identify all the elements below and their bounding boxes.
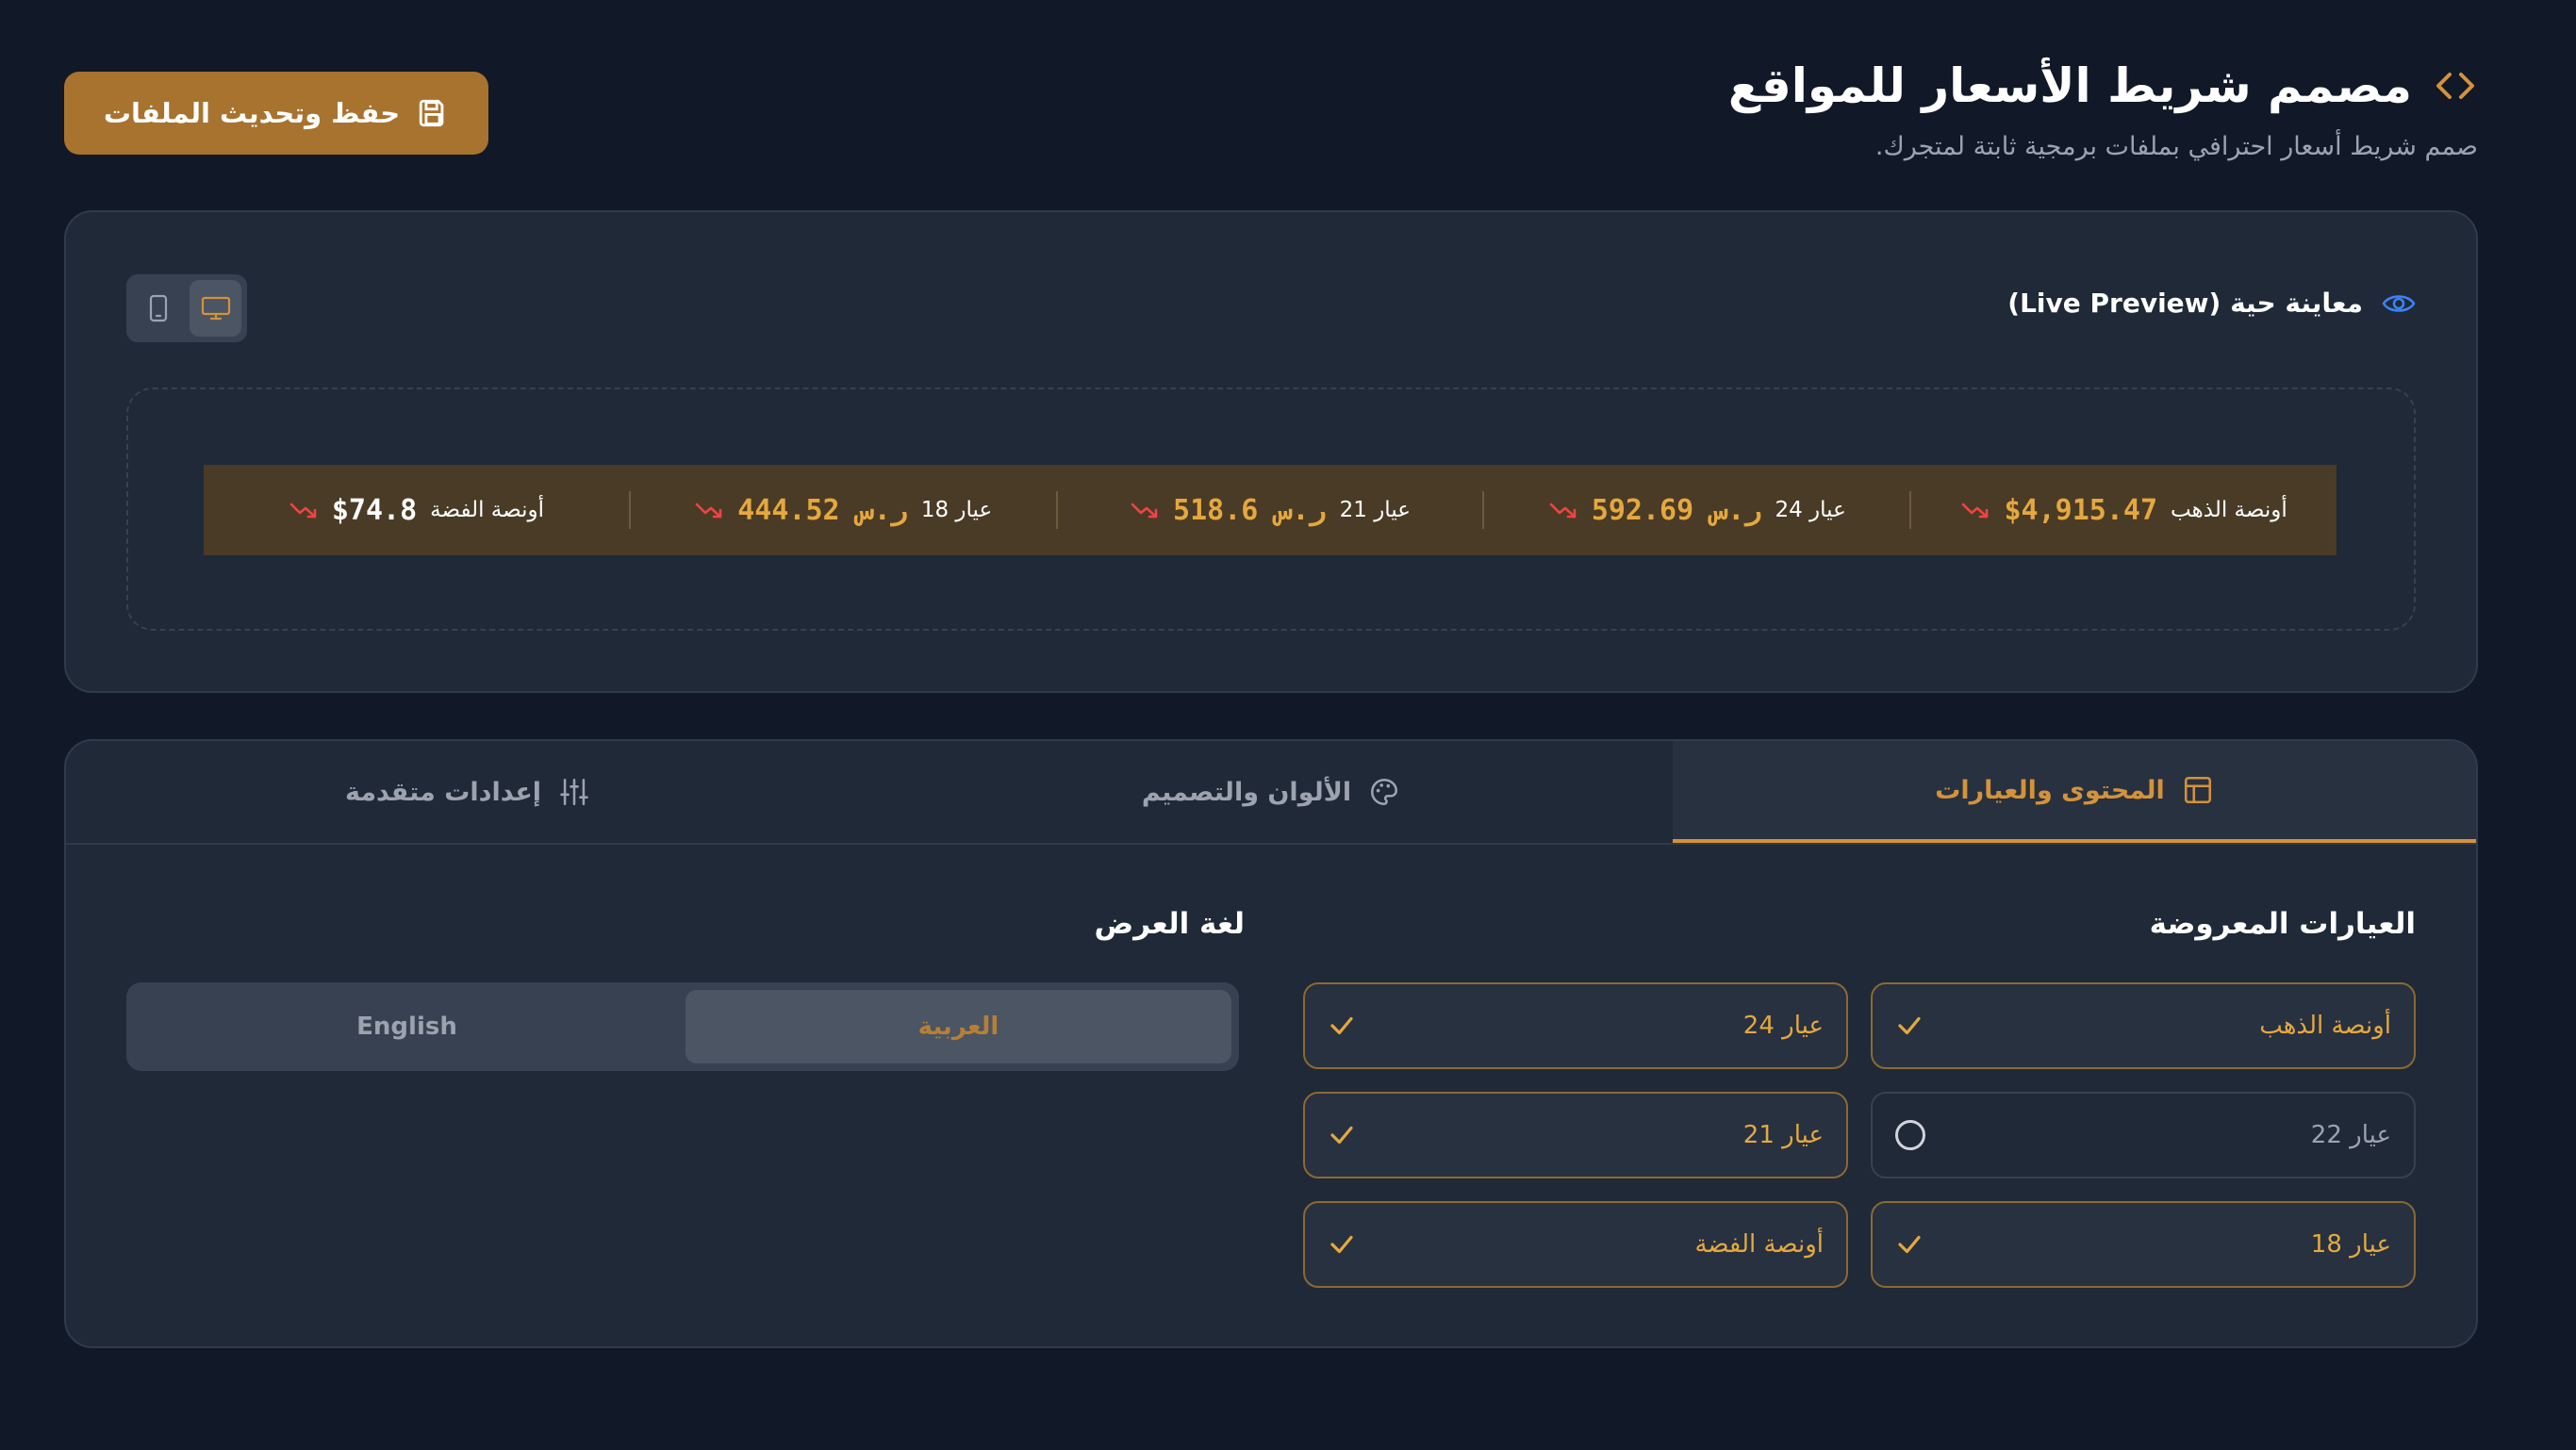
preview-header: معاينة حية (Live Preview) (2007, 288, 2416, 319)
check-icon (1330, 1235, 1353, 1254)
karats-section-title: العيارات المعروضة (2149, 907, 2416, 941)
trend-down-icon (1131, 503, 1158, 519)
preview-frame: أونصة الذهب $4,915.47 عيار 24 592.69 ر.س عيا… (126, 387, 2416, 631)
language-toggle: العربية English (126, 982, 1239, 1071)
check-icon (1898, 1235, 1921, 1254)
ticker-item-name: عيار 24 (1775, 498, 1846, 522)
ticker-item-name: عيار 21 (1339, 498, 1411, 522)
ticker-item-price: $4,915.47 (2004, 493, 2158, 527)
sliders-icon (560, 778, 588, 806)
tab-advanced-settings[interactable]: إعدادات متقدمة (66, 741, 869, 843)
tab-content-karats-label: المحتوى والعيارات (1935, 775, 2165, 805)
mobile-view-button[interactable] (132, 280, 184, 337)
ticker-separator (1482, 491, 1485, 529)
ticker-item-price: 592.69 ر.س (1591, 493, 1762, 527)
option-label: عيار 18 (2310, 1230, 2391, 1259)
desktop-icon (201, 296, 230, 321)
option-label: عيار 24 (1742, 1012, 1824, 1040)
ticker-separator (1055, 491, 1058, 529)
palette-icon (1371, 778, 1398, 806)
ticker-item-price: 444.52 ر.س (737, 493, 908, 527)
language-section-title: لغة العرض (1094, 907, 1245, 941)
trend-down-icon (1962, 503, 1989, 519)
ticker-item: أونصة الذهب $4,915.47 (1911, 465, 2337, 555)
page: مصمم شريط الأسعار للمواقع صمم شريط أسعار… (0, 0, 2576, 1450)
tab-advanced-settings-label: إعدادات متقدمة (344, 777, 542, 807)
check-icon (1330, 1016, 1353, 1035)
tab-colors-design-label: الألوان والتصميم (1141, 777, 1352, 807)
option-label: أونصة الفضة (1694, 1230, 1824, 1259)
tab-colors-design[interactable]: الألوان والتصميم (869, 741, 1673, 843)
preview-title: معاينة حية (Live Preview) (2007, 288, 2363, 319)
trend-down-icon (1549, 503, 1577, 519)
ticker-item-name: عيار 18 (920, 498, 993, 522)
language-arabic-button[interactable]: العربية (685, 990, 1231, 1063)
ticker-item: عيار 24 592.69 ر.س (1484, 465, 1909, 555)
eye-icon (2382, 294, 2416, 312)
option-gold-ounce[interactable]: أونصة الذهب (1871, 982, 2416, 1069)
option-label: أونصة الذهب (2259, 1012, 2391, 1040)
device-toggle (126, 274, 247, 342)
save-update-button[interactable]: حفظ وتحديث الملفات (64, 72, 488, 155)
settings-tabs: المحتوى والعيارات الألوان والتصميم إعداد… (66, 741, 2476, 845)
mobile-icon (149, 294, 167, 322)
trend-down-icon (289, 503, 317, 519)
tab-content-karats[interactable]: المحتوى والعيارات (1673, 741, 2476, 843)
option-karat-21[interactable]: عيار 21 (1303, 1092, 1848, 1178)
ticker-item-name: أونصة الذهب (2171, 498, 2287, 522)
option-silver-ounce[interactable]: أونصة الفضة (1303, 1201, 1848, 1288)
trend-down-icon (695, 503, 722, 519)
option-karat-24[interactable]: عيار 24 (1303, 982, 1848, 1069)
header: مصمم شريط الأسعار للمواقع صمم شريط أسعار… (1728, 58, 2478, 161)
unchecked-circle-icon (1895, 1120, 1925, 1150)
page-title: مصمم شريط الأسعار للمواقع (1727, 58, 2412, 113)
preview-card: معاينة حية (Live Preview) أونصة الذهب $4,… (64, 210, 2478, 693)
ticker-separator (628, 491, 631, 529)
option-karat-18[interactable]: عيار 18 (1871, 1201, 2416, 1288)
save-icon (419, 99, 444, 127)
desktop-view-button[interactable] (190, 280, 241, 337)
layout-icon (2184, 776, 2211, 804)
check-icon (1330, 1126, 1353, 1145)
price-ticker: أونصة الذهب $4,915.47 عيار 24 592.69 ر.س عيا… (204, 465, 2337, 555)
ticker-item: عيار 18 444.52 ر.س (631, 465, 1056, 555)
ticker-item-name: أونصة الفضة (430, 498, 544, 522)
ticker-item: أونصة الفضة $74.8 (204, 465, 629, 555)
save-button-label: حفظ وتحديث الملفات (103, 97, 401, 129)
option-karat-22[interactable]: عيار 22 (1871, 1092, 2416, 1178)
option-label: عيار 21 (1742, 1121, 1824, 1149)
language-english-button[interactable]: English (134, 990, 680, 1063)
page-subtitle: صمم شريط أسعار احترافي بملفات برمجية ثاب… (1874, 132, 2478, 161)
option-label: عيار 22 (2310, 1121, 2391, 1149)
settings-card: المحتوى والعيارات الألوان والتصميم إعداد… (64, 739, 2478, 1348)
check-icon (1898, 1016, 1921, 1035)
ticker-item-price: 518.6 ر.س (1173, 493, 1327, 527)
ticker-item: عيار 21 518.6 ر.س (1058, 465, 1483, 555)
code-icon (2436, 73, 2474, 99)
title-row: مصمم شريط الأسعار للمواقع (1728, 58, 2478, 113)
ticker-separator (1909, 491, 1912, 529)
ticker-item-price: $74.8 (331, 493, 418, 527)
